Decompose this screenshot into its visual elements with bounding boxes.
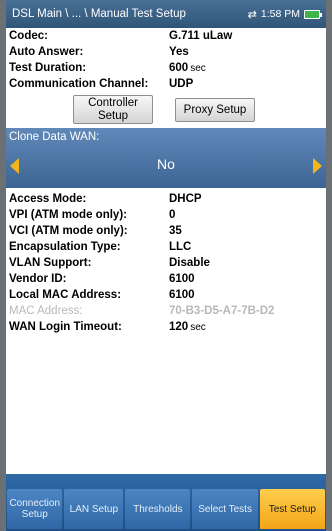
setting-row-local-mac-address[interactable]: Local MAC Address: 6100: [6, 287, 326, 303]
setting-label: VPI (ATM mode only):: [9, 209, 127, 221]
controller-setup-button[interactable]: Controller Setup: [73, 95, 153, 124]
setting-value: 0: [169, 209, 176, 221]
setting-value: G.711 uLaw: [169, 30, 233, 42]
status-area: ⇄ 1:58 PM: [248, 8, 326, 21]
setting-row-vendor-id[interactable]: Vendor ID: 6100: [6, 271, 326, 287]
tab-thresholds[interactable]: Thresholds: [125, 489, 191, 529]
setting-row-mac-address: MAC Address: 70-B3-D5-A7-7B-D2: [6, 303, 326, 319]
setting-row-access-mode[interactable]: Access Mode: DHCP: [6, 191, 326, 207]
button-row: Controller Setup Proxy Setup: [6, 95, 326, 125]
setting-label: Test Duration:: [9, 62, 87, 74]
setting-value: Yes: [169, 46, 189, 58]
setting-label: VCI (ATM mode only):: [9, 225, 128, 237]
setting-value: 70-B3-D5-A7-7B-D2: [169, 305, 275, 317]
device-frame: DSL Main \ ... \ Manual Test Setup ⇄ 1:5…: [0, 0, 332, 531]
breadcrumb[interactable]: DSL Main \ ... \ Manual Test Setup: [12, 8, 248, 20]
tab-connection-setup[interactable]: Connection Setup: [7, 489, 63, 529]
clock: 1:58 PM: [260, 8, 300, 20]
setting-label: MAC Address:: [9, 305, 83, 317]
setting-label: VLAN Support:: [9, 257, 92, 269]
setting-row-test-duration[interactable]: Test Duration: 600 sec: [6, 60, 326, 76]
setting-row-codec[interactable]: Codec: G.711 uLaw: [6, 28, 326, 44]
setting-label: Encapsulation Type:: [9, 241, 121, 253]
settings-panel: Codec: G.711 uLaw Auto Answer: Yes Test …: [6, 28, 326, 448]
setting-row-vpi[interactable]: VPI (ATM mode only): 0: [6, 207, 326, 223]
clone-data-wan-value: No: [157, 156, 175, 172]
clone-data-wan-selector: Clone Data WAN: No: [6, 128, 326, 188]
tab-test-setup[interactable]: Test Setup: [259, 489, 325, 529]
clone-data-wan-label: Clone Data WAN:: [9, 131, 100, 143]
wan-settings-list: Access Mode: DHCP VPI (ATM mode only): 0…: [6, 191, 326, 335]
setting-row-vci[interactable]: VCI (ATM mode only): 35: [6, 223, 326, 239]
network-transfer-icon: ⇄: [247, 8, 257, 21]
setting-value: 6100: [169, 289, 195, 301]
tab-lan-setup[interactable]: LAN Setup: [64, 489, 124, 529]
setting-value: UDP: [169, 78, 194, 90]
unit-label: sec: [190, 63, 206, 74]
setting-label: Codec:: [9, 30, 48, 42]
setting-value: 120 sec: [169, 321, 206, 333]
proxy-setup-button[interactable]: Proxy Setup: [175, 98, 255, 122]
setting-value: 600 sec: [169, 62, 206, 74]
arrow-right-icon[interactable]: [313, 158, 322, 174]
setting-value: 35: [169, 225, 182, 237]
setting-label: Vendor ID:: [9, 273, 67, 285]
setting-row-communication-channel[interactable]: Communication Channel: UDP: [6, 76, 326, 92]
setting-row-vlan-support[interactable]: VLAN Support: Disable: [6, 255, 326, 271]
setting-row-wan-login-timeout[interactable]: WAN Login Timeout: 120 sec: [6, 319, 326, 335]
setting-label: Access Mode:: [9, 193, 87, 205]
setting-label: Local MAC Address:: [9, 289, 122, 301]
tab-select-tests[interactable]: Select Tests: [192, 489, 258, 529]
battery-icon: [304, 9, 322, 19]
setting-row-auto-answer[interactable]: Auto Answer: Yes: [6, 44, 326, 60]
setting-value: LLC: [169, 241, 192, 253]
setting-label: Communication Channel:: [9, 78, 149, 90]
setting-label: WAN Login Timeout:: [9, 321, 122, 333]
setting-value: Disable: [169, 257, 210, 269]
setting-label: Auto Answer:: [9, 46, 84, 58]
title-bar: DSL Main \ ... \ Manual Test Setup ⇄ 1:5…: [6, 0, 326, 28]
bottom-tab-bar: Connection Setup LAN Setup Thresholds Se…: [6, 474, 326, 531]
setting-value: DHCP: [169, 193, 202, 205]
setting-row-encapsulation-type[interactable]: Encapsulation Type: LLC: [6, 239, 326, 255]
unit-label: sec: [190, 322, 206, 333]
setting-value: 6100: [169, 273, 195, 285]
